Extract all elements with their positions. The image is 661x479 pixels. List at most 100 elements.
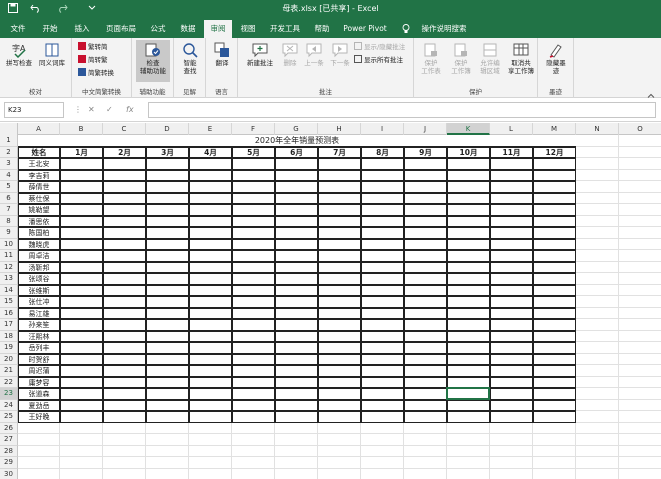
- cell-C3[interactable]: [103, 158, 146, 170]
- cell-J12[interactable]: [404, 261, 447, 273]
- cell-G24[interactable]: [275, 399, 318, 411]
- cell-I22[interactable]: [361, 376, 404, 388]
- cell-B30[interactable]: [60, 468, 103, 479]
- cell-L24[interactable]: [490, 399, 533, 411]
- cell-H28[interactable]: [318, 445, 361, 457]
- cell-L28[interactable]: [490, 445, 533, 457]
- cell-E3[interactable]: [189, 158, 232, 170]
- cell-C29[interactable]: [103, 457, 146, 469]
- cell-M28[interactable]: [533, 445, 576, 457]
- cell-H26[interactable]: [318, 422, 361, 434]
- cell-M19[interactable]: [533, 342, 576, 354]
- cell-M17[interactable]: [533, 319, 576, 331]
- cell-B10[interactable]: [60, 238, 103, 250]
- collapse-ribbon-icon[interactable]: [647, 85, 655, 98]
- cell-I11[interactable]: [361, 250, 404, 262]
- cell-C21[interactable]: [103, 365, 146, 377]
- cell-C11[interactable]: [103, 250, 146, 262]
- row-header-1[interactable]: 1: [0, 135, 18, 147]
- cell-M29[interactable]: [533, 457, 576, 469]
- cell-J19[interactable]: [404, 342, 447, 354]
- column-header-A[interactable]: A: [18, 123, 60, 135]
- cell-M24[interactable]: [533, 399, 576, 411]
- cell-L13[interactable]: [490, 273, 533, 285]
- cell-E7[interactable]: [189, 204, 232, 216]
- cell-H17[interactable]: [318, 319, 361, 331]
- cell-K25[interactable]: [447, 411, 490, 423]
- cell-E21[interactable]: [189, 365, 232, 377]
- cell-M6[interactable]: [533, 192, 576, 204]
- cell-I10[interactable]: [361, 238, 404, 250]
- cell-D18[interactable]: [146, 330, 189, 342]
- cell-M12[interactable]: [533, 261, 576, 273]
- column-header-B[interactable]: B: [60, 123, 103, 135]
- cell-E22[interactable]: [189, 376, 232, 388]
- cell-M27[interactable]: [533, 434, 576, 446]
- cell-G20[interactable]: [275, 353, 318, 365]
- cell-C5[interactable]: [103, 181, 146, 193]
- cell-K19[interactable]: [447, 342, 490, 354]
- cell-N8[interactable]: [576, 215, 619, 227]
- cell-D20[interactable]: [146, 353, 189, 365]
- cell-E23[interactable]: [189, 388, 232, 400]
- cell-B12[interactable]: [60, 261, 103, 273]
- cell-O27[interactable]: [619, 434, 661, 446]
- cell-L15[interactable]: [490, 296, 533, 308]
- cell-G30[interactable]: [275, 468, 318, 479]
- cell-O5[interactable]: [619, 181, 661, 193]
- cell-J6[interactable]: [404, 192, 447, 204]
- cell-A28[interactable]: [18, 445, 60, 457]
- spelling-button[interactable]: 字A 拼写检查: [4, 42, 34, 67]
- row-header-20[interactable]: 20: [0, 353, 18, 365]
- cell-B27[interactable]: [60, 434, 103, 446]
- cell-M16[interactable]: [533, 307, 576, 319]
- cell-D26[interactable]: [146, 422, 189, 434]
- cell-G15[interactable]: [275, 296, 318, 308]
- cell-B8[interactable]: [60, 215, 103, 227]
- cell-E14[interactable]: [189, 284, 232, 296]
- cell-H18[interactable]: [318, 330, 361, 342]
- column-header-J[interactable]: J: [404, 123, 447, 135]
- cell-O13[interactable]: [619, 273, 661, 285]
- name-cell[interactable]: 夏劲岳: [18, 399, 60, 411]
- cell-E28[interactable]: [189, 445, 232, 457]
- month-header-cell[interactable]: 7月: [318, 146, 361, 158]
- cell-J21[interactable]: [404, 365, 447, 377]
- cell-I17[interactable]: [361, 319, 404, 331]
- cell-H30[interactable]: [318, 468, 361, 479]
- month-header-cell[interactable]: 5月: [232, 146, 275, 158]
- cell-N6[interactable]: [576, 192, 619, 204]
- select-all-corner[interactable]: [0, 123, 18, 135]
- cell-D21[interactable]: [146, 365, 189, 377]
- cell-B11[interactable]: [60, 250, 103, 262]
- cell-H10[interactable]: [318, 238, 361, 250]
- cell-K7[interactable]: [447, 204, 490, 216]
- cell-I3[interactable]: [361, 158, 404, 170]
- cell-N12[interactable]: [576, 261, 619, 273]
- cell-G7[interactable]: [275, 204, 318, 216]
- chinese-conversion-button[interactable]: 简繁转换: [78, 68, 114, 78]
- row-header-16[interactable]: 16: [0, 307, 18, 319]
- new-comment-button[interactable]: 新建批注: [242, 42, 278, 67]
- column-header-I[interactable]: I: [361, 123, 404, 135]
- cell-I24[interactable]: [361, 399, 404, 411]
- cell-G19[interactable]: [275, 342, 318, 354]
- cell-H20[interactable]: [318, 353, 361, 365]
- cell-N27[interactable]: [576, 434, 619, 446]
- cell-J23[interactable]: [404, 388, 447, 400]
- cell-C22[interactable]: [103, 376, 146, 388]
- cell-L26[interactable]: [490, 422, 533, 434]
- cell-G27[interactable]: [275, 434, 318, 446]
- cell-D6[interactable]: [146, 192, 189, 204]
- cell-C17[interactable]: [103, 319, 146, 331]
- cell-K10[interactable]: [447, 238, 490, 250]
- cell-D16[interactable]: [146, 307, 189, 319]
- cell-I7[interactable]: [361, 204, 404, 216]
- cell-B20[interactable]: [60, 353, 103, 365]
- row-header-18[interactable]: 18: [0, 330, 18, 342]
- cell-B21[interactable]: [60, 365, 103, 377]
- row-header-8[interactable]: 8: [0, 215, 18, 227]
- cell-K18[interactable]: [447, 330, 490, 342]
- cell-H13[interactable]: [318, 273, 361, 285]
- cell-D25[interactable]: [146, 411, 189, 423]
